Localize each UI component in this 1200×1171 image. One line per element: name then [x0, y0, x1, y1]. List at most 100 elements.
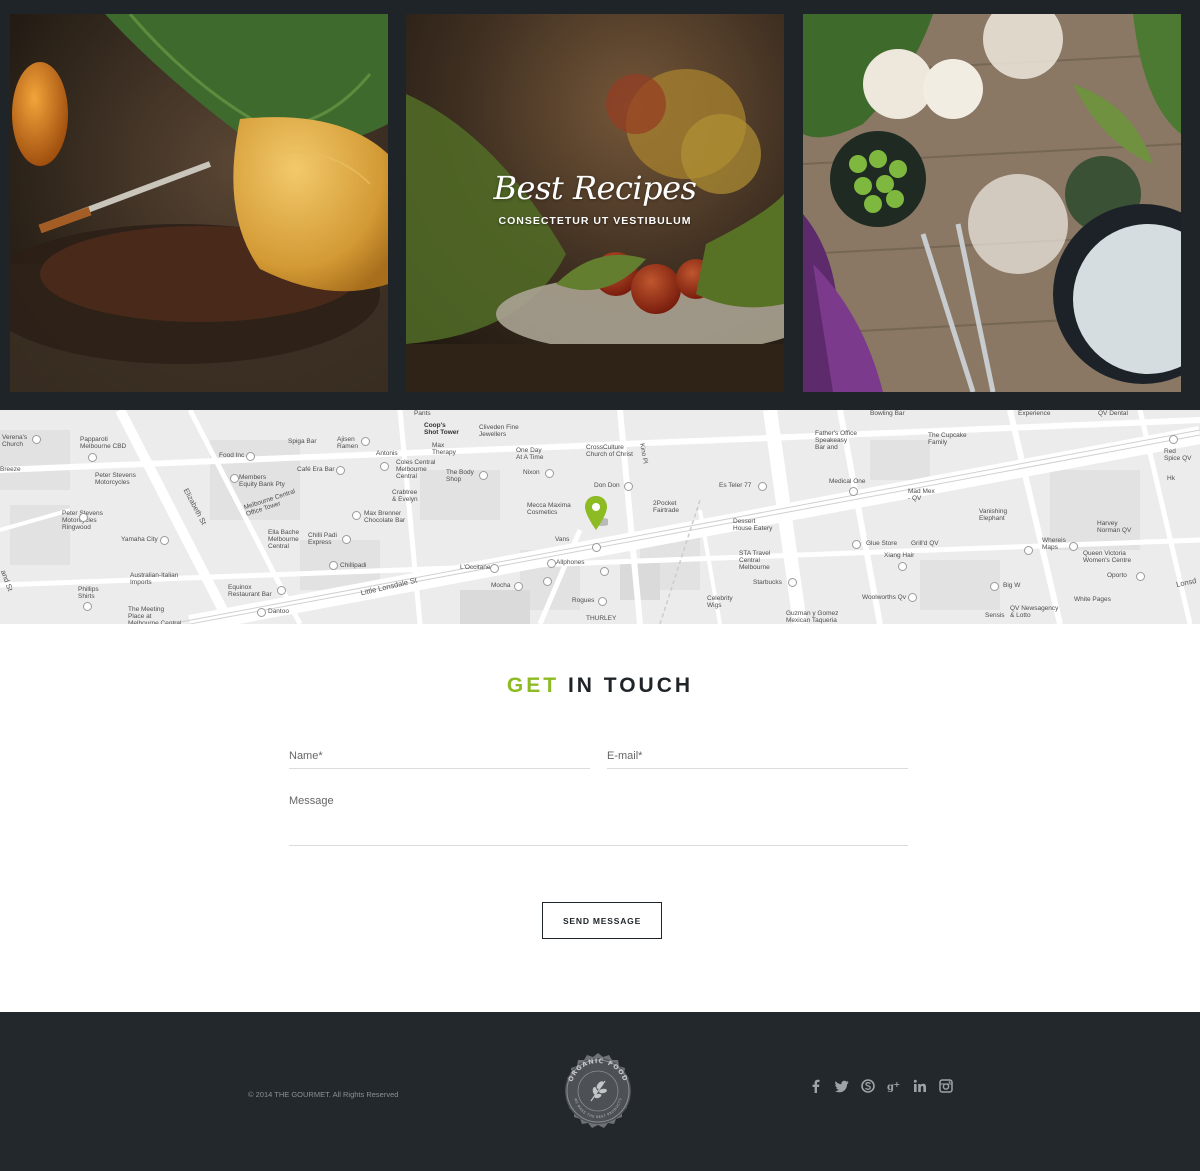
map-poi-icon[interactable] — [32, 435, 41, 444]
tomato-basil-photo[interactable]: Best Recipes CONSECTETUR UT VESTIBULUM — [406, 14, 784, 392]
map-place-label[interactable]: Nixon — [523, 469, 540, 476]
map-place-label[interactable]: Father's Office Speakeasy Bar and — [815, 430, 857, 451]
map-place-label[interactable]: Max Therapy — [432, 442, 456, 456]
map-place-label[interactable]: Vanishing Elephant — [979, 508, 1007, 522]
map-place-label[interactable]: Celebrity Wigs — [707, 595, 733, 609]
map-place-label[interactable]: Cliveden Fine Jewellers — [479, 424, 519, 438]
map-place-label[interactable]: Allphones — [556, 559, 585, 566]
map-place-label[interactable]: Yamaha City — [121, 536, 158, 543]
map-place-label[interactable]: Members Equity Bank Pty — [239, 474, 285, 488]
map-place-label[interactable]: Mad Mex - QV — [908, 488, 935, 502]
map-place-label[interactable]: THURLEY — [586, 615, 616, 622]
map-place-label[interactable]: Xiang Hair — [884, 552, 914, 559]
map-place-label[interactable]: Breeze — [0, 466, 21, 473]
map-place-label[interactable]: Oporto — [1107, 572, 1127, 579]
map-place-label[interactable]: Big W — [1003, 582, 1020, 589]
map-place-label[interactable]: Whereis Maps — [1042, 537, 1066, 551]
map-poi-icon[interactable] — [246, 452, 255, 461]
map-poi-icon[interactable] — [79, 513, 88, 522]
map-poi-icon[interactable] — [543, 577, 552, 586]
name-field[interactable] — [289, 740, 590, 768]
map-place-label[interactable]: Guzman y Gomez Mexican Taqueria — [786, 610, 838, 624]
map-poi-icon[interactable] — [88, 453, 97, 462]
organic-food-badge-logo[interactable]: ORGANIC FOOD WE MAKE THE BEST PRODUCTS — [555, 1047, 641, 1133]
map-place-label[interactable]: Woolworths Qv — [862, 594, 906, 601]
map-place-label[interactable]: Experience — [1018, 410, 1051, 417]
map-poi-icon[interactable] — [490, 564, 499, 573]
map-poi-icon[interactable] — [342, 535, 351, 544]
map-poi-icon[interactable] — [277, 586, 286, 595]
map-place-label[interactable]: Ella Bache Melbourne Central — [268, 529, 299, 550]
map-poi-icon[interactable] — [361, 437, 370, 446]
map-place-label[interactable]: Food Inc — [219, 452, 244, 459]
map-poi-icon[interactable] — [898, 562, 907, 571]
google-plus-icon[interactable]: g + — [886, 1078, 902, 1094]
map-place-label[interactable]: Coles Central Melbourne Central — [396, 459, 435, 480]
email-field[interactable] — [607, 740, 908, 768]
map-place-label[interactable]: Crabtree & Evelyn — [392, 489, 418, 503]
message-field[interactable] — [289, 788, 908, 844]
map-poi-icon[interactable] — [547, 559, 556, 568]
map-place-label[interactable]: Dessert House Eatery — [733, 518, 772, 532]
map-poi-icon[interactable] — [83, 602, 92, 611]
linkedin-icon[interactable] — [912, 1078, 928, 1094]
map-place-label[interactable]: 2Pocket Fairtrade — [653, 500, 679, 514]
map-place-label[interactable]: Starbucks — [753, 579, 782, 586]
map-poi-icon[interactable] — [1136, 572, 1145, 581]
map-place-label[interactable]: Vans — [555, 536, 569, 543]
map-place-label[interactable]: Phillips Shirts — [78, 586, 99, 600]
map-place-label[interactable]: Chillipadi — [340, 562, 366, 569]
map-place-label[interactable]: Harvey Norman QV — [1097, 520, 1131, 534]
map-poi-icon[interactable] — [514, 582, 523, 591]
map-poi-icon[interactable] — [336, 466, 345, 475]
map-poi-icon[interactable] — [1169, 435, 1178, 444]
map-place-label[interactable]: Mocha — [491, 582, 511, 589]
map-place-label[interactable]: Peter Stevens Motorcycles — [95, 472, 136, 486]
map-poi-icon[interactable] — [479, 471, 488, 480]
location-pin-icon[interactable] — [584, 496, 608, 532]
map-place-label[interactable]: Verena's Church — [2, 434, 27, 448]
map-place-label[interactable]: Sensis — [985, 612, 1005, 619]
map-place-label[interactable]: STA Travel Central Melbourne — [739, 550, 770, 571]
facebook-icon[interactable] — [808, 1078, 824, 1094]
send-message-button[interactable]: SEND MESSAGE — [542, 902, 662, 939]
map-place-label[interactable]: L'Occitane — [460, 564, 491, 571]
map-place-label[interactable]: Rogues — [572, 597, 594, 604]
map-place-label[interactable]: Coop's Shot Tower — [424, 422, 459, 436]
skype-icon[interactable] — [860, 1078, 876, 1094]
map-place-label[interactable]: Don Don — [594, 482, 620, 489]
map-place-label[interactable]: Mecca Maxima Cosmetics — [527, 502, 571, 516]
map-place-label[interactable]: One Day At A Time — [516, 447, 543, 461]
map-place-label[interactable]: Grill'd QV — [911, 540, 939, 547]
twitter-icon[interactable] — [834, 1078, 850, 1094]
map-poi-icon[interactable] — [545, 469, 554, 478]
map-poi-icon[interactable] — [758, 482, 767, 491]
map-poi-icon[interactable] — [598, 597, 607, 606]
map-place-label[interactable]: Ajisen Ramen — [337, 436, 358, 450]
map-poi-icon[interactable] — [380, 462, 389, 471]
map-place-label[interactable]: Medical One — [829, 478, 866, 485]
map-poi-icon[interactable] — [624, 482, 633, 491]
map-place-label[interactable]: QV Dental — [1098, 410, 1128, 417]
map-poi-icon[interactable] — [160, 536, 169, 545]
map-place-label[interactable]: Glue Store — [866, 540, 897, 547]
map-poi-icon[interactable] — [592, 543, 601, 552]
map-place-label[interactable]: Es Teler 77 — [719, 482, 751, 489]
map-place-label[interactable]: Red Spice QV — [1164, 448, 1191, 462]
map-place-label[interactable]: Spiga Bar — [288, 438, 317, 445]
map-place-label[interactable]: Café Era Bar — [297, 466, 335, 473]
map-poi-icon[interactable] — [352, 511, 361, 520]
map-poi-icon[interactable] — [1024, 546, 1033, 555]
map-place-label[interactable]: The Cupcake Family — [928, 432, 967, 446]
map-poi-icon[interactable] — [852, 540, 861, 549]
map-place-label[interactable]: Dantoo — [268, 608, 289, 615]
location-map[interactable]: Elizabeth St Little Lonsdale St Lonsd an… — [0, 410, 1200, 624]
map-place-label[interactable]: QV Newsagency & Lotto — [1010, 605, 1058, 619]
map-place-label[interactable]: Antonis — [376, 450, 398, 457]
instagram-icon[interactable] — [938, 1078, 954, 1094]
map-place-label[interactable]: Australian-Italian Imports — [130, 572, 178, 586]
map-poi-icon[interactable] — [990, 582, 999, 591]
map-place-label[interactable]: Pants — [414, 410, 431, 417]
map-place-label[interactable]: The Meeting Place at Melbourne Central — [128, 606, 181, 624]
map-poi-icon[interactable] — [1069, 542, 1078, 551]
